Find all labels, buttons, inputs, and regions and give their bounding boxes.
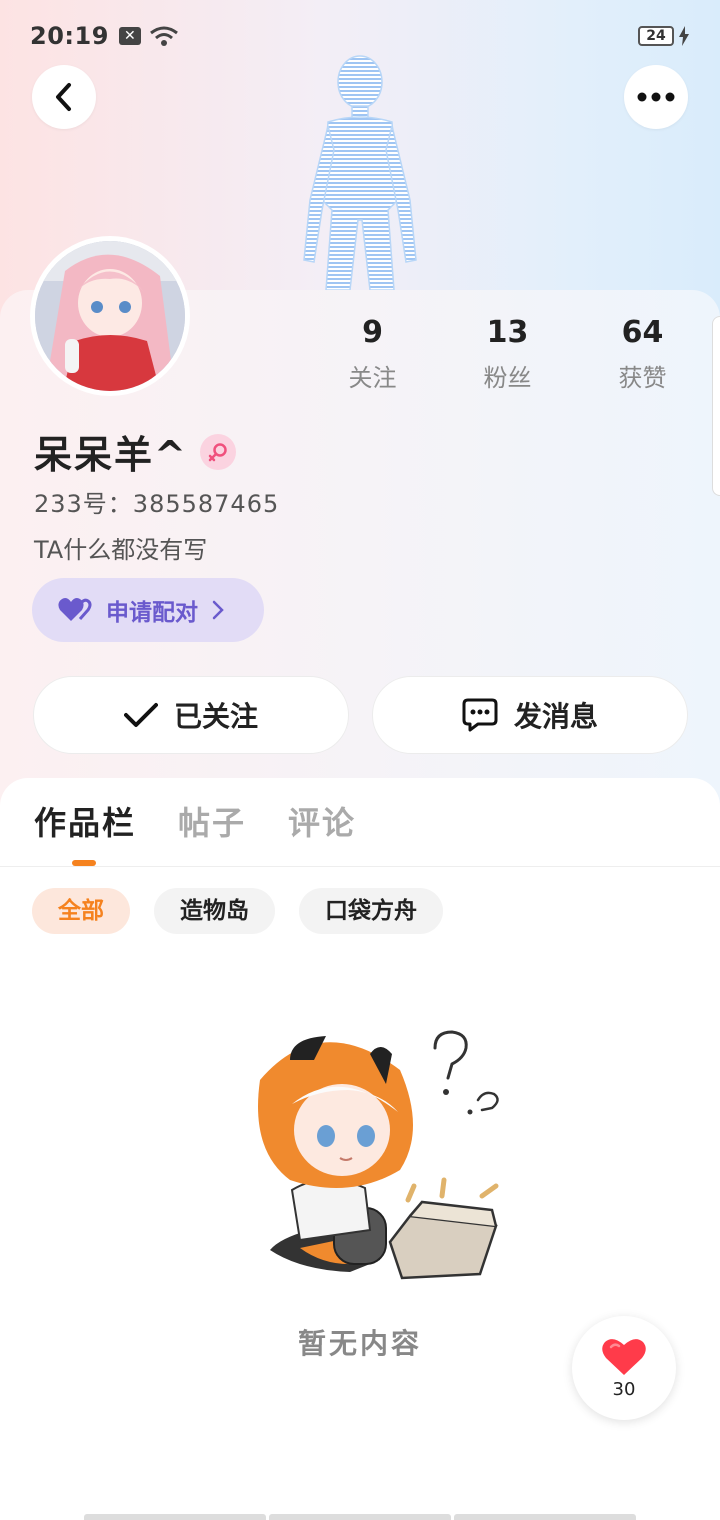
user-id: 233号：385587465 bbox=[34, 490, 280, 518]
heart-icon bbox=[602, 1338, 646, 1375]
gender-badge bbox=[199, 433, 236, 470]
like-button[interactable]: 30 bbox=[572, 1316, 676, 1420]
double-heart-icon bbox=[58, 598, 92, 621]
send-message-button[interactable]: 发消息 bbox=[372, 676, 688, 754]
follow-label: 已关注 bbox=[173, 700, 258, 733]
battery-level: 24 bbox=[638, 26, 674, 46]
filter-all[interactable]: 全部 bbox=[32, 888, 130, 934]
charging-icon bbox=[679, 26, 689, 46]
stat-label: 关注 bbox=[348, 364, 397, 392]
message-label: 发消息 bbox=[513, 700, 598, 733]
anime-girl-avatar-illustration bbox=[35, 241, 185, 391]
checkmark-icon bbox=[123, 703, 158, 727]
battery-indicator: 24 bbox=[638, 26, 690, 46]
chevron-right-icon bbox=[212, 600, 224, 620]
more-dots-icon bbox=[637, 92, 675, 102]
back-button[interactable] bbox=[32, 65, 96, 129]
filter-chips: 全部 造物岛 口袋方舟 bbox=[32, 888, 443, 934]
bottom-nav-bar bbox=[84, 1514, 636, 1520]
chat-bubble-icon bbox=[462, 698, 498, 732]
profile-tabs: 作品栏 帖子 评论 bbox=[34, 798, 356, 844]
stat-count: 13 bbox=[486, 315, 529, 350]
tabs-divider bbox=[0, 866, 720, 867]
user-bio: TA什么都没有写 bbox=[34, 536, 208, 564]
tab-comments[interactable]: 评论 bbox=[288, 798, 356, 844]
tab-posts[interactable]: 帖子 bbox=[178, 798, 246, 844]
stat-count: 9 bbox=[362, 315, 383, 350]
stat-likes[interactable]: 64 获赞 bbox=[575, 312, 710, 393]
profile-stats: 9 关注 13 粉丝 64 获赞 bbox=[305, 312, 710, 393]
female-icon bbox=[208, 442, 227, 461]
filter-creation-island[interactable]: 造物岛 bbox=[154, 888, 275, 934]
stat-label: 粉丝 bbox=[483, 364, 532, 392]
no-sim-icon: ✕ bbox=[118, 27, 141, 45]
request-pair-button[interactable]: 申请配对 bbox=[32, 578, 264, 642]
tab-works[interactable]: 作品栏 bbox=[34, 798, 136, 844]
followed-button[interactable]: 已关注 bbox=[33, 676, 349, 754]
avatar[interactable] bbox=[30, 236, 190, 396]
pair-label: 申请配对 bbox=[106, 600, 198, 626]
stat-label: 获赞 bbox=[618, 364, 667, 392]
side-drawer-handle[interactable] bbox=[712, 316, 720, 496]
like-count: 30 bbox=[612, 1378, 636, 1400]
username: 呆呆羊^ bbox=[34, 433, 188, 477]
filter-pocket-ark[interactable]: 口袋方舟 bbox=[299, 888, 443, 934]
avatar-image bbox=[35, 241, 185, 391]
wifi-icon bbox=[149, 26, 178, 46]
username-row: 呆呆羊^ bbox=[34, 424, 236, 479]
stat-followers[interactable]: 13 粉丝 bbox=[440, 312, 575, 393]
avatar-hologram-figure bbox=[303, 55, 417, 290]
stat-following[interactable]: 9 关注 bbox=[305, 312, 440, 393]
chevron-left-icon bbox=[56, 83, 71, 111]
status-time: 20:19 bbox=[30, 22, 109, 50]
stat-count: 64 bbox=[621, 315, 664, 350]
empty-state-illustration bbox=[258, 1030, 499, 1280]
more-options-button[interactable] bbox=[624, 65, 688, 129]
